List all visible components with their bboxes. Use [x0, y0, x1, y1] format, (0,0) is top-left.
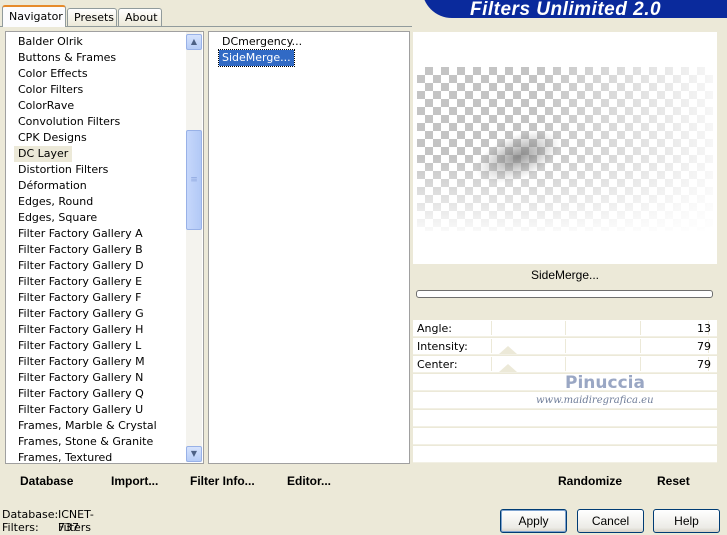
param-slider[interactable] — [491, 320, 709, 336]
param-label: Intensity: — [417, 340, 468, 353]
status-filters-value: 737 — [58, 521, 79, 534]
preview-image — [417, 67, 713, 231]
tab-presets[interactable]: Presets — [67, 8, 117, 26]
status-database-label: Database: — [2, 508, 59, 521]
category-item[interactable]: Frames, Textured — [14, 450, 116, 466]
category-item[interactable]: Filter Factory Gallery H — [14, 322, 147, 338]
database-button[interactable]: Database — [20, 474, 73, 488]
category-item[interactable]: Distortion Filters — [14, 162, 112, 178]
category-item[interactable]: DC Layer — [14, 146, 73, 162]
param-row-empty — [413, 446, 717, 463]
status-database: Database: ICNET-Filters — [2, 508, 94, 534]
category-item[interactable]: Balder Olrik — [14, 34, 87, 50]
category-item[interactable]: Filter Factory Gallery L — [14, 338, 145, 354]
preview-filter-name: SideMerge... — [530, 268, 600, 282]
category-item[interactable]: Color Effects — [14, 66, 92, 82]
status-filters-label: Filters: — [2, 521, 39, 534]
param-value: 13 — [697, 322, 711, 335]
slider-pointer-icon[interactable] — [499, 346, 517, 354]
preview-fade-bottom — [417, 67, 713, 231]
category-item[interactable]: Filter Factory Gallery D — [14, 258, 148, 274]
param-row-empty — [413, 428, 717, 445]
param-row-intensity[interactable]: Intensity: 79 — [413, 338, 717, 355]
param-row-angle[interactable]: Angle: 13 — [413, 320, 717, 337]
status-filters: Filters: 737 — [2, 521, 79, 534]
category-item[interactable]: Frames, Stone & Granite — [14, 434, 157, 450]
category-item[interactable]: Convolution Filters — [14, 114, 124, 130]
category-item[interactable]: Filter Factory Gallery G — [14, 306, 148, 322]
editor-button[interactable]: Editor... — [287, 474, 331, 488]
import-button[interactable]: Import... — [111, 474, 158, 488]
category-item[interactable]: CPK Designs — [14, 130, 91, 146]
category-item[interactable]: Filter Factory Gallery N — [14, 370, 147, 386]
param-value: 79 — [697, 358, 711, 371]
param-row-center[interactable]: Center: 79 — [413, 356, 717, 373]
filter-info-button[interactable]: Filter Info... — [190, 474, 255, 488]
slider-pointer-icon[interactable] — [499, 364, 517, 372]
title-banner: Filters Unlimited 2.0 — [422, 0, 727, 18]
tab-about[interactable]: About — [118, 8, 162, 26]
category-list[interactable]: Balder Olrik Buttons & Frames Color Effect… — [5, 31, 204, 464]
category-item[interactable]: Frames, Marble & Crystal — [14, 418, 161, 434]
progress-bar — [416, 290, 713, 298]
reset-button[interactable]: Reset — [657, 474, 690, 488]
category-item[interactable]: ColorRave — [14, 98, 78, 114]
help-button[interactable]: Help — [653, 509, 720, 533]
category-item[interactable]: Filter Factory Gallery F — [14, 290, 145, 306]
watermark-name: Pinuccia — [565, 373, 645, 393]
tab-navigator[interactable]: Navigator — [2, 5, 66, 27]
category-item[interactable]: Filter Factory Gallery B — [14, 242, 147, 258]
banner-title: Filters Unlimited 2.0 — [470, 0, 662, 18]
scroll-down-icon[interactable]: ▼ — [186, 446, 202, 462]
category-item[interactable]: Filter Factory Gallery A — [14, 226, 147, 242]
category-scrollbar[interactable]: ▲ ≡ ▼ — [186, 32, 202, 462]
param-label: Angle: — [417, 322, 453, 335]
filter-list[interactable]: DCmergency... SideMerge... — [208, 31, 410, 464]
param-value: 79 — [697, 340, 711, 353]
param-slider[interactable] — [491, 356, 709, 372]
randomize-button[interactable]: Randomize — [558, 474, 622, 488]
category-item[interactable]: Filter Factory Gallery Q — [14, 386, 148, 402]
database-button-label: Database — [20, 474, 74, 488]
watermark-url: www.maidiregrafica.eu — [536, 395, 654, 406]
scroll-up-icon[interactable]: ▲ — [186, 34, 202, 50]
category-item[interactable]: Buttons & Frames — [14, 50, 120, 66]
import-button-label: Import... — [111, 474, 159, 488]
preview-panel[interactable] — [413, 32, 717, 264]
category-item[interactable]: Edges, Square — [14, 210, 101, 226]
scroll-thumb[interactable]: ≡ — [186, 130, 202, 230]
editor-button-label: Editor... — [287, 474, 332, 488]
filter-item[interactable]: SideMerge... — [218, 49, 295, 67]
category-item[interactable]: Edges, Round — [14, 194, 97, 210]
category-item[interactable]: Filter Factory Gallery M — [14, 354, 149, 370]
apply-button[interactable]: Apply — [500, 509, 567, 533]
category-item[interactable]: Filter Factory Gallery U — [14, 402, 147, 418]
param-slider[interactable] — [491, 338, 709, 354]
filter-info-button-label: Filter Info... — [190, 474, 255, 488]
category-item[interactable]: Filter Factory Gallery E — [14, 274, 146, 290]
filter-item[interactable]: DCmergency... — [219, 34, 305, 50]
category-item[interactable]: Déformation — [14, 178, 91, 194]
param-row-empty — [413, 410, 717, 427]
category-item[interactable]: Color Filters — [14, 82, 87, 98]
param-label: Center: — [417, 358, 458, 371]
cancel-button[interactable]: Cancel — [577, 509, 644, 533]
